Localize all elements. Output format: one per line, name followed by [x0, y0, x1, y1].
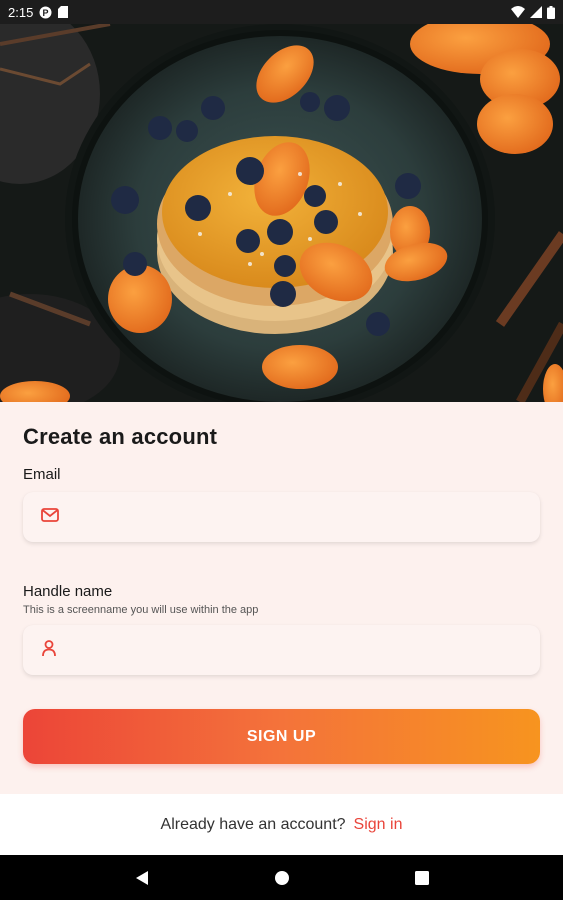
email-label: Email [23, 466, 61, 483]
signin-footer: Already have an account? Sign in [0, 794, 563, 855]
wifi-icon [511, 6, 525, 18]
signin-prompt: Already have an account? [160, 815, 346, 833]
mail-icon [41, 507, 59, 527]
person-icon [41, 639, 57, 662]
navigation-bar [0, 855, 563, 900]
page-title: Create an account [23, 424, 218, 449]
svg-text:P: P [43, 8, 49, 18]
signup-form: Create an account Email Handle name This… [0, 402, 563, 794]
pancakes-photo [0, 24, 563, 402]
handle-label: Handle name [23, 583, 113, 600]
home-icon[interactable] [262, 858, 302, 898]
recents-icon[interactable] [402, 858, 442, 898]
battery-icon [547, 5, 555, 19]
p-icon: P [39, 6, 52, 19]
status-time: 2:15 [8, 4, 34, 20]
status-right [511, 5, 555, 19]
hero-image [0, 24, 563, 402]
handle-input[interactable] [71, 625, 540, 675]
status-left: 2:15 P [8, 4, 69, 20]
sd-card-icon [58, 6, 69, 18]
email-input[interactable] [73, 492, 540, 542]
signal-icon [530, 6, 542, 18]
back-icon[interactable] [122, 858, 162, 898]
handle-help-text: This is a screenname you will use within… [23, 604, 259, 616]
signin-link[interactable]: Sign in [354, 816, 403, 834]
handle-field[interactable] [23, 625, 540, 675]
status-bar: 2:15 P [0, 0, 563, 24]
signup-button[interactable]: SIGN UP [23, 709, 540, 764]
email-field[interactable] [23, 492, 540, 542]
